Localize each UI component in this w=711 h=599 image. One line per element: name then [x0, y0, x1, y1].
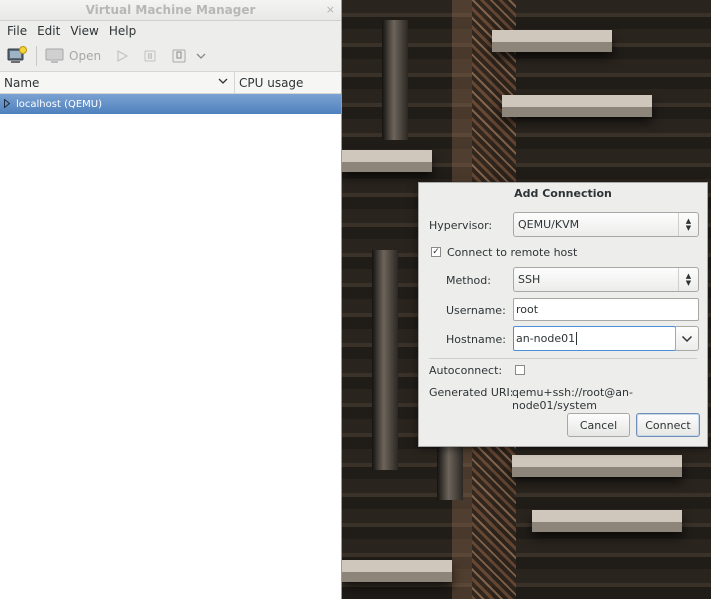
- method-label: Method:: [446, 274, 491, 287]
- open-button-label: Open: [69, 49, 102, 63]
- wallpaper-slab: [502, 95, 652, 117]
- wallpaper-slab: [532, 510, 682, 532]
- vm-list-header: Name CPU usage: [0, 72, 341, 94]
- dialog-title: Add Connection: [514, 187, 612, 200]
- shutdown-menu-button[interactable]: [195, 44, 207, 68]
- wallpaper-slab: [342, 560, 452, 582]
- new-vm-icon: [7, 46, 27, 63]
- close-icon[interactable]: ×: [326, 3, 335, 16]
- window-title: Virtual Machine Manager: [85, 3, 256, 17]
- hypervisor-select[interactable]: QEMU/KVM ▲ ▼: [513, 212, 699, 237]
- new-connection-button[interactable]: [6, 44, 28, 68]
- username-label: Username:: [446, 304, 506, 317]
- vmm-titlebar[interactable]: Virtual Machine Manager ×: [0, 0, 341, 21]
- vm-list-row-localhost[interactable]: localhost (QEMU): [0, 94, 341, 114]
- hostname-label: Hostname:: [446, 333, 506, 346]
- menu-file[interactable]: File: [2, 24, 32, 38]
- pause-button[interactable]: [143, 44, 157, 68]
- updown-arrows-icon: ▲ ▼: [678, 268, 698, 291]
- toolbar-separator: [36, 46, 37, 66]
- pause-icon: [144, 50, 156, 62]
- wallpaper-pillar: [372, 250, 398, 470]
- dialog-separator: [429, 358, 697, 359]
- menu-view[interactable]: View: [65, 24, 103, 38]
- generated-uri-value: qemu+ssh://root@an-node01/system: [512, 386, 633, 412]
- list-row-label: localhost (QEMU): [16, 98, 103, 110]
- wallpaper-pillar: [382, 20, 408, 140]
- vmm-window: Virtual Machine Manager × File Edit View…: [0, 0, 342, 599]
- shutdown-button[interactable]: [171, 44, 187, 68]
- wallpaper-slab: [342, 150, 432, 172]
- column-header-cpu[interactable]: CPU usage: [235, 76, 303, 90]
- username-value: root: [516, 303, 539, 316]
- chevron-down-icon[interactable]: [218, 77, 228, 88]
- chevron-down-icon: [681, 335, 693, 342]
- hypervisor-label: Hypervisor:: [429, 219, 493, 232]
- username-input[interactable]: root: [513, 298, 699, 321]
- generated-uri-label: Generated URI:: [429, 386, 514, 399]
- column-header-name-label: Name: [4, 75, 40, 90]
- run-button[interactable]: [115, 44, 129, 68]
- method-select[interactable]: SSH ▲ ▼: [513, 267, 699, 292]
- hostname-dropdown-button[interactable]: [675, 326, 699, 351]
- add-connection-dialog: Add Connection Hypervisor: QEMU/KVM ▲ ▼ ✓…: [418, 182, 708, 447]
- shutdown-icon: [172, 49, 186, 63]
- wallpaper-slab: [492, 30, 612, 52]
- open-button[interactable]: Open: [45, 44, 101, 68]
- remote-host-label: Connect to remote host: [447, 246, 578, 259]
- menu-help[interactable]: Help: [104, 24, 141, 38]
- text-caret: [576, 332, 578, 345]
- chevron-down-icon: [196, 53, 206, 59]
- autoconnect-label: Autoconnect:: [429, 364, 503, 377]
- toolbar: Open: [0, 41, 341, 72]
- cancel-button[interactable]: Cancel: [567, 413, 630, 437]
- menu-edit[interactable]: Edit: [32, 24, 65, 38]
- column-header-name[interactable]: Name: [0, 72, 235, 93]
- autoconnect-checkbox[interactable]: [515, 365, 525, 375]
- hypervisor-value: QEMU/KVM: [518, 218, 580, 231]
- play-icon: [117, 49, 129, 63]
- expand-arrow-icon[interactable]: [4, 97, 11, 110]
- monitor-icon: [45, 48, 64, 63]
- method-value: SSH: [518, 273, 541, 286]
- hostname-input[interactable]: an-node01: [513, 326, 676, 351]
- menubar: File Edit View Help: [0, 21, 341, 41]
- updown-arrows-icon: ▲ ▼: [678, 213, 698, 236]
- hostname-value: an-node01: [516, 332, 576, 345]
- wallpaper-slab: [512, 455, 682, 477]
- remote-host-checkbox[interactable]: ✓: [431, 247, 441, 257]
- connect-button[interactable]: Connect: [636, 413, 700, 437]
